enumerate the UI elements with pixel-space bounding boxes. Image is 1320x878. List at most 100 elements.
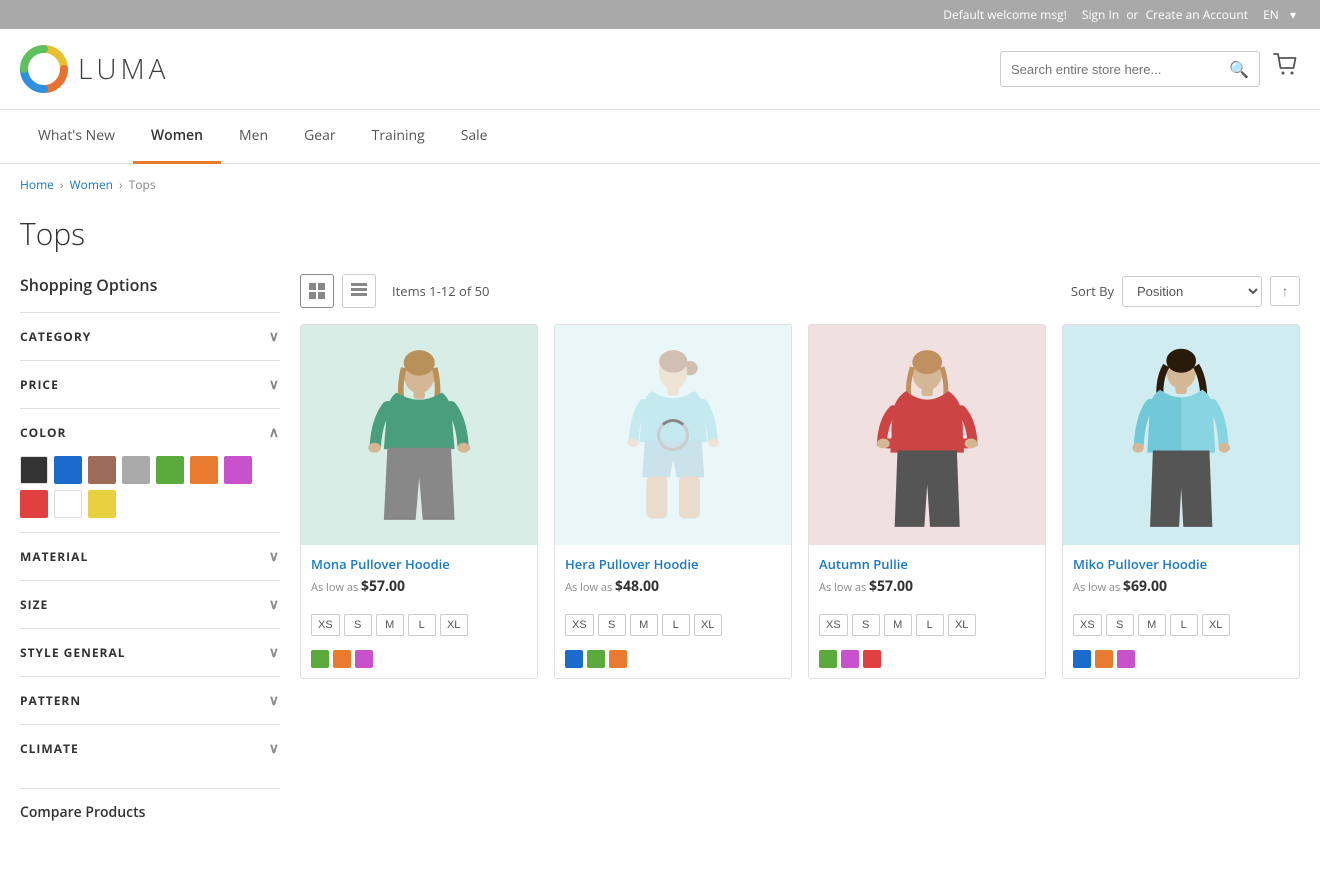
filter-climate-header[interactable]: CLIMATE ∨ — [20, 725, 280, 772]
color-swatch-orange[interactable] — [190, 456, 218, 484]
size-s-2[interactable]: S — [598, 614, 626, 636]
sidebar: Shopping Options CATEGORY ∨ PRICE ∨ COLO… — [20, 274, 280, 822]
cart-icon[interactable] — [1272, 51, 1300, 87]
color-swatch-gray[interactable] — [122, 456, 150, 484]
size-s-3[interactable]: S — [852, 614, 880, 636]
product-price-4: As low as $69.00 — [1073, 577, 1289, 596]
nav-men[interactable]: Men — [221, 110, 286, 163]
header: LUMA 🔍 — [0, 29, 1320, 110]
product-color-orange-1[interactable] — [333, 650, 351, 668]
filter-style-general-label: STYLE GENERAL — [20, 644, 126, 661]
color-swatch-purple[interactable] — [224, 456, 252, 484]
size-xl-2[interactable]: XL — [694, 614, 722, 636]
color-swatch-green[interactable] — [156, 456, 184, 484]
nav-sale[interactable]: Sale — [443, 110, 506, 163]
product-color-purple-1[interactable] — [355, 650, 373, 668]
product-card-2[interactable]: Hera Pullover Hoodie As low as $48.00 XS… — [554, 324, 792, 679]
product-grid: Mona Pullover Hoodie As low as $57.00 XS… — [300, 324, 1300, 679]
size-l-1[interactable]: L — [408, 614, 436, 636]
filter-category-chevron-icon: ∨ — [269, 327, 280, 346]
product-color-orange-4[interactable] — [1095, 650, 1113, 668]
sign-in-link[interactable]: Sign In — [1082, 6, 1119, 23]
size-l-4[interactable]: L — [1170, 614, 1198, 636]
product-colors-4 — [1063, 644, 1299, 678]
product-color-green-1[interactable] — [311, 650, 329, 668]
breadcrumb-women[interactable]: Women — [70, 176, 114, 193]
product-color-orange-2[interactable] — [609, 650, 627, 668]
filter-style-general-chevron-icon: ∨ — [269, 643, 280, 662]
filter-pattern: PATTERN ∨ — [20, 676, 280, 724]
filter-color-header[interactable]: COLOR ∧ — [20, 409, 280, 456]
nav-women[interactable]: Women — [133, 110, 221, 164]
size-xs-3[interactable]: XS — [819, 614, 848, 636]
filter-style-general-header[interactable]: STYLE GENERAL ∨ — [20, 629, 280, 676]
size-m-4[interactable]: M — [1138, 614, 1166, 636]
language-selector[interactable]: EN — [1263, 6, 1279, 23]
filter-climate-label: CLIMATE — [20, 740, 79, 757]
nav-training[interactable]: Training — [354, 110, 443, 163]
product-name-1[interactable]: Mona Pullover Hoodie — [311, 555, 527, 573]
filter-price-label: PRICE — [20, 376, 59, 393]
color-swatch-blue[interactable] — [54, 456, 82, 484]
color-swatch-white[interactable] — [54, 490, 82, 518]
sort-direction-button[interactable]: ↑ — [1270, 276, 1300, 306]
product-color-green-2[interactable] — [587, 650, 605, 668]
search-input[interactable] — [1011, 62, 1229, 77]
product-card-3[interactable]: Autumn Pullie As low as $57.00 XS S M L … — [808, 324, 1046, 679]
size-xl-1[interactable]: XL — [440, 614, 468, 636]
create-account-link[interactable]: Create an Account — [1146, 6, 1248, 23]
filter-material-chevron-icon: ∨ — [269, 547, 280, 566]
page-title: Tops — [0, 205, 1320, 274]
color-swatch-red[interactable] — [20, 490, 48, 518]
welcome-message: Default welcome msg! — [943, 6, 1066, 23]
nav-whats-new[interactable]: What's New — [20, 110, 133, 163]
size-xs-4[interactable]: XS — [1073, 614, 1102, 636]
product-color-purple-3[interactable] — [841, 650, 859, 668]
product-card-1[interactable]: Mona Pullover Hoodie As low as $57.00 XS… — [300, 324, 538, 679]
size-xl-3[interactable]: XL — [948, 614, 976, 636]
size-s-1[interactable]: S — [344, 614, 372, 636]
product-color-red-3[interactable] — [863, 650, 881, 668]
color-swatch-brown[interactable] — [88, 456, 116, 484]
size-xs-1[interactable]: XS — [311, 614, 340, 636]
size-s-4[interactable]: S — [1106, 614, 1134, 636]
grid-view-button[interactable] — [300, 274, 334, 308]
product-color-purple-4[interactable] — [1117, 650, 1135, 668]
filter-size-header[interactable]: SIZE ∨ — [20, 581, 280, 628]
search-icon[interactable]: 🔍 — [1229, 58, 1249, 80]
product-card-4[interactable]: Miko Pullover Hoodie As low as $69.00 XS… — [1062, 324, 1300, 679]
filter-category-header[interactable]: CATEGORY ∨ — [20, 313, 280, 360]
sort-by-label: Sort By — [1071, 282, 1114, 300]
product-color-green-3[interactable] — [819, 650, 837, 668]
size-l-3[interactable]: L — [916, 614, 944, 636]
filter-pattern-chevron-icon: ∨ — [269, 691, 280, 710]
size-l-2[interactable]: L — [662, 614, 690, 636]
color-swatch-black[interactable] — [20, 456, 48, 484]
filter-material-header[interactable]: MATERIAL ∨ — [20, 533, 280, 580]
product-name-3[interactable]: Autumn Pullie — [819, 555, 1035, 573]
filter-price: PRICE ∨ — [20, 360, 280, 408]
filter-price-header[interactable]: PRICE ∨ — [20, 361, 280, 408]
product-name-4[interactable]: Miko Pullover Hoodie — [1073, 555, 1289, 573]
logo-area[interactable]: LUMA — [20, 45, 169, 93]
color-swatch-yellow[interactable] — [88, 490, 116, 518]
size-m-1[interactable]: M — [376, 614, 404, 636]
toolbar: Items 1-12 of 50 Sort By Position Produc… — [300, 274, 1300, 308]
product-info-3: Autumn Pullie As low as $57.00 — [809, 545, 1045, 606]
nav-gear[interactable]: Gear — [286, 110, 354, 163]
size-m-2[interactable]: M — [630, 614, 658, 636]
breadcrumb-home[interactable]: Home — [20, 176, 54, 193]
size-xl-4[interactable]: XL — [1202, 614, 1230, 636]
filter-pattern-header[interactable]: PATTERN ∨ — [20, 677, 280, 724]
size-xs-2[interactable]: XS — [565, 614, 594, 636]
compare-products[interactable]: Compare Products — [20, 788, 280, 822]
product-color-blue-2[interactable] — [565, 650, 583, 668]
product-color-blue-4[interactable] — [1073, 650, 1091, 668]
product-image-3 — [809, 325, 1045, 545]
list-view-button[interactable] — [342, 274, 376, 308]
sort-select[interactable]: Position Product Name Price — [1122, 276, 1262, 307]
product-image-2 — [555, 325, 791, 545]
product-name-2[interactable]: Hera Pullover Hoodie — [565, 555, 781, 573]
size-m-3[interactable]: M — [884, 614, 912, 636]
toolbar-left: Items 1-12 of 50 — [300, 274, 489, 308]
